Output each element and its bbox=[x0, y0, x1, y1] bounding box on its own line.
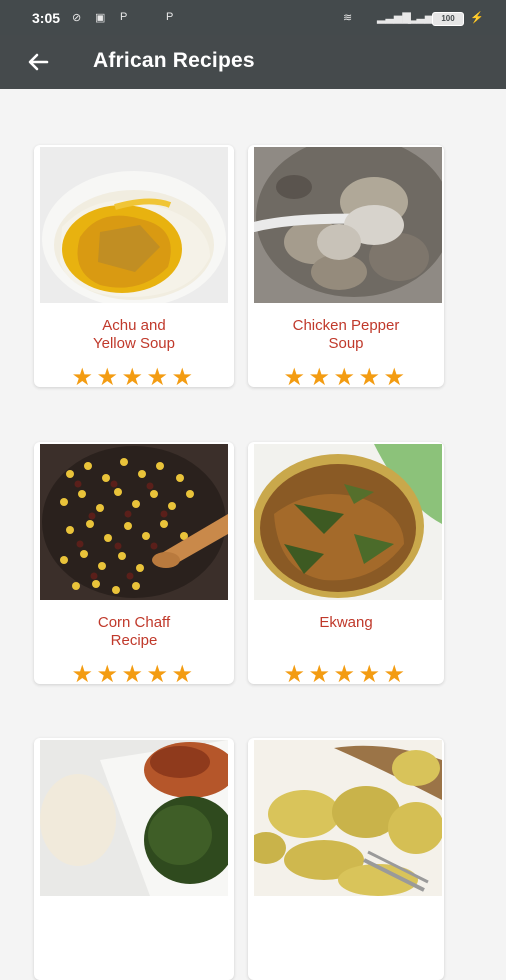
wifi-icon: ≋ bbox=[343, 12, 353, 24]
star-icon: ★ bbox=[383, 364, 412, 387]
star-icon: ★ bbox=[96, 364, 125, 387]
recipe-photo bbox=[40, 444, 228, 600]
recipe-card[interactable]: Achu and Yellow Soup ★★★★★ bbox=[34, 145, 234, 387]
star-icon: ★ bbox=[308, 364, 337, 387]
recipe-card[interactable] bbox=[248, 738, 444, 980]
recipe-photo bbox=[254, 147, 442, 303]
p-app-icon-2: P bbox=[166, 11, 174, 23]
recipe-card[interactable]: Chicken Pepper Soup ★★★★★ bbox=[248, 145, 444, 387]
notification-icon: ▣ bbox=[95, 12, 106, 24]
star-icon: ★ bbox=[358, 661, 387, 684]
back-button[interactable] bbox=[23, 46, 55, 78]
rating-stars: ★★★★★ bbox=[34, 363, 234, 387]
star-icon: ★ bbox=[146, 364, 175, 387]
rating-stars: ★★★★★ bbox=[34, 660, 234, 684]
charging-icon: ⚡ bbox=[470, 12, 484, 24]
star-icon: ★ bbox=[146, 661, 175, 684]
star-icon: ★ bbox=[121, 661, 150, 684]
recipe-photo bbox=[40, 740, 228, 896]
signal-icon-2: ▂▃▅ bbox=[408, 12, 434, 24]
star-icon: ★ bbox=[71, 364, 100, 387]
page-title: African Recipes bbox=[93, 49, 255, 72]
recipe-photo bbox=[40, 147, 228, 303]
recipe-card[interactable]: Ekwang ★★★★★ bbox=[248, 442, 444, 684]
recipe-name: Corn Chaff Recipe bbox=[97, 614, 171, 649]
status-bar: 3:05 ⊘ ▣ P P ≋ ▂▃▅▇ ▂▃▅ 100 ⚡ bbox=[0, 0, 506, 35]
p-app-icon: P bbox=[120, 11, 128, 23]
recipe-photo bbox=[254, 444, 442, 600]
rating-stars: ★★★★★ bbox=[248, 363, 444, 387]
star-icon: ★ bbox=[71, 661, 100, 684]
star-icon: ★ bbox=[121, 364, 150, 387]
app-bar: African Recipes bbox=[0, 35, 506, 89]
signal-icon: ▂▃▅▇ bbox=[377, 12, 411, 24]
recipe-name: Achu and Yellow Soup bbox=[92, 317, 175, 352]
star-icon: ★ bbox=[383, 661, 412, 684]
recipe-card[interactable] bbox=[34, 738, 234, 980]
status-time: 3:05 bbox=[32, 10, 61, 26]
back-arrow-icon bbox=[28, 53, 49, 71]
star-icon: ★ bbox=[333, 364, 362, 387]
star-icon: ★ bbox=[283, 661, 312, 684]
star-icon: ★ bbox=[283, 364, 312, 387]
star-icon: ★ bbox=[96, 661, 125, 684]
rating-stars: ★★★★★ bbox=[248, 660, 444, 684]
star-icon: ★ bbox=[358, 364, 387, 387]
star-icon: ★ bbox=[308, 661, 337, 684]
battery-icon: 100 bbox=[432, 12, 464, 26]
star-icon: ★ bbox=[171, 364, 200, 387]
mute-icon: ⊘ bbox=[72, 12, 82, 24]
recipe-photo bbox=[254, 740, 442, 896]
star-icon: ★ bbox=[171, 661, 200, 684]
recipe-name: Ekwang bbox=[319, 614, 373, 631]
star-icon: ★ bbox=[333, 661, 362, 684]
recipe-card[interactable]: Corn Chaff Recipe ★★★★★ bbox=[34, 442, 234, 684]
recipe-name: Chicken Pepper Soup bbox=[292, 317, 400, 352]
